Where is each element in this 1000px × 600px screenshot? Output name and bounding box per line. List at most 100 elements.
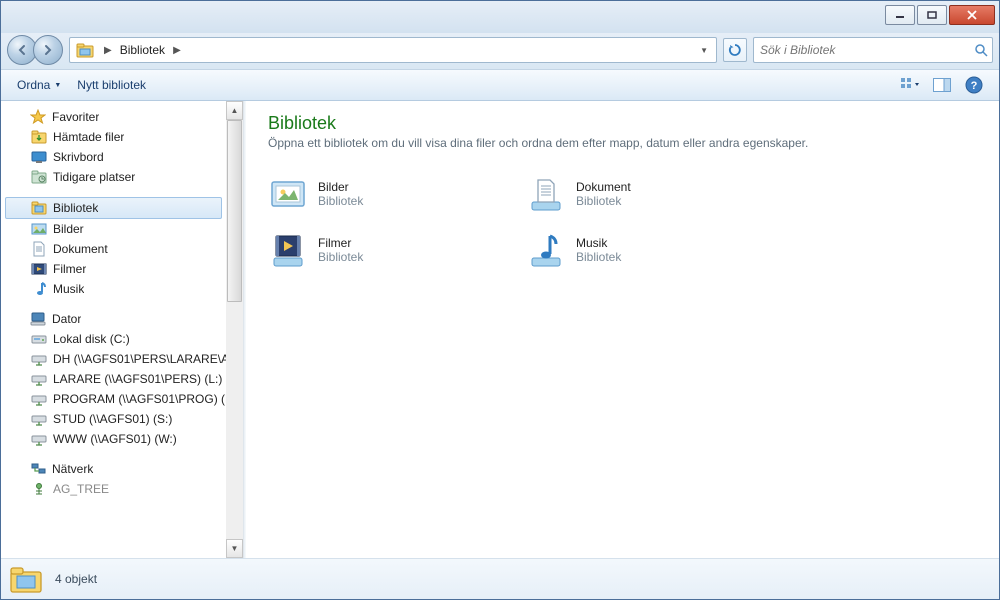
- sidebar-item-netdrive-www[interactable]: WWW (\\AGFS01) (W:): [1, 429, 226, 449]
- nav-buttons: [7, 35, 63, 65]
- sidebar-item-videos[interactable]: Filmer: [1, 259, 226, 279]
- library-type: Bibliotek: [318, 194, 363, 208]
- explorer-window: ▶ Bibliotek ▶ ▼ Ordna ▼ Nytt bibliotek: [0, 0, 1000, 600]
- tree: Favoriter Hämtade filer Skrivbord Tidiga…: [1, 101, 226, 558]
- breadcrumb-label: Bibliotek: [116, 43, 169, 57]
- search-box[interactable]: [753, 37, 993, 63]
- computer-root[interactable]: Dator: [1, 309, 226, 329]
- sidebar-item-music[interactable]: Musik: [1, 279, 226, 299]
- organize-button[interactable]: Ordna ▼: [9, 75, 69, 95]
- help-button[interactable]: ?: [963, 74, 985, 96]
- body: Favoriter Hämtade filer Skrivbord Tidiga…: [1, 101, 999, 558]
- scroll-track[interactable]: [226, 120, 243, 539]
- network-drive-icon: [31, 431, 47, 447]
- search-input[interactable]: [758, 42, 974, 58]
- close-button[interactable]: [949, 5, 995, 25]
- network-drive-icon: [31, 391, 47, 407]
- sidebar-item-netdrive-dh[interactable]: DH (\\AGFS01\PERS\LARARE\AL): [1, 349, 226, 369]
- desktop-icon: [31, 149, 47, 165]
- nav-row: ▶ Bibliotek ▶ ▼: [1, 33, 999, 69]
- scroll-up-button[interactable]: ▲: [226, 101, 243, 120]
- status-text: 4 objekt: [55, 572, 97, 586]
- sidebar-item-netdrive-program[interactable]: PROGRAM (\\AGFS01\PROG) (P:): [1, 389, 226, 409]
- library-name: Dokument: [576, 180, 631, 194]
- address-dropdown[interactable]: ▼: [696, 46, 712, 55]
- forward-button[interactable]: [33, 35, 63, 65]
- pictures-icon: [268, 174, 308, 214]
- minimize-button[interactable]: [885, 5, 915, 25]
- address-bar[interactable]: ▶ Bibliotek ▶ ▼: [69, 37, 717, 63]
- chevron-right-icon: ▶: [100, 45, 116, 56]
- libraries-icon: [31, 200, 47, 216]
- scroll-thumb[interactable]: [227, 120, 242, 302]
- vertical-scrollbar[interactable]: ▲ ▼: [226, 101, 243, 558]
- new-library-button[interactable]: Nytt bibliotek: [69, 75, 154, 95]
- library-type: Bibliotek: [576, 194, 631, 208]
- music-icon: [526, 230, 566, 270]
- pictures-icon: [31, 221, 47, 237]
- sidebar-item-agtree[interactable]: AG_TREE: [1, 479, 226, 499]
- computer-icon: [30, 311, 46, 327]
- content-pane: Bibliotek Öppna ett bibliotek om du vill…: [246, 101, 999, 558]
- network-icon: [30, 461, 46, 477]
- preview-pane-button[interactable]: [931, 74, 953, 96]
- sidebar-item-desktop[interactable]: Skrivbord: [1, 147, 226, 167]
- nav-pane: Favoriter Hämtade filer Skrivbord Tidiga…: [1, 101, 244, 558]
- sidebar-item-netdrive-stud[interactable]: STUD (\\AGFS01) (S:): [1, 409, 226, 429]
- content-header: Bibliotek Öppna ett bibliotek om du vill…: [246, 101, 999, 156]
- sidebar-item-downloads[interactable]: Hämtade filer: [1, 127, 226, 147]
- libraries-grid: Bilder Bibliotek Dokument Bibliotek: [246, 156, 999, 288]
- library-type: Bibliotek: [576, 250, 621, 264]
- star-icon: [30, 109, 46, 125]
- library-pictures[interactable]: Bilder Bibliotek: [260, 166, 518, 222]
- libraries-label: Bibliotek: [53, 201, 98, 215]
- page-title: Bibliotek: [268, 113, 977, 134]
- library-name: Musik: [576, 236, 621, 250]
- network-group: Nätverk AG_TREE: [1, 459, 226, 499]
- scroll-down-button[interactable]: ▼: [226, 539, 243, 558]
- library-name: Bilder: [318, 180, 363, 194]
- sidebar-item-recent[interactable]: Tidigare platser: [1, 167, 226, 187]
- sidebar-item-local-disk[interactable]: Lokal disk (C:): [1, 329, 226, 349]
- videos-icon: [268, 230, 308, 270]
- library-music[interactable]: Musik Bibliotek: [518, 222, 776, 278]
- favorites-group: Favoriter Hämtade filer Skrivbord Tidiga…: [1, 107, 226, 187]
- refresh-button[interactable]: [723, 38, 747, 62]
- library-type: Bibliotek: [318, 250, 363, 264]
- computer-label: Dator: [52, 312, 81, 326]
- libraries-root[interactable]: Bibliotek: [5, 197, 222, 219]
- network-root[interactable]: Nätverk: [1, 459, 226, 479]
- documents-icon: [526, 174, 566, 214]
- favorites-root[interactable]: Favoriter: [1, 107, 226, 127]
- recent-icon: [31, 169, 47, 185]
- status-bar: 4 objekt: [1, 558, 999, 599]
- drive-icon: [31, 331, 47, 347]
- library-name: Filmer: [318, 236, 363, 250]
- network-label: Nätverk: [52, 462, 93, 476]
- sidebar-item-pictures[interactable]: Bilder: [1, 219, 226, 239]
- library-documents[interactable]: Dokument Bibliotek: [518, 166, 776, 222]
- network-tree-icon: [31, 481, 47, 497]
- library-videos[interactable]: Filmer Bibliotek: [260, 222, 518, 278]
- search-icon: [974, 43, 988, 57]
- network-drive-icon: [31, 371, 47, 387]
- breadcrumb-segment[interactable]: Bibliotek ▶: [116, 38, 185, 62]
- sidebar-item-netdrive-larare[interactable]: LARARE (\\AGFS01\PERS) (L:): [1, 369, 226, 389]
- network-drive-icon: [31, 351, 47, 367]
- view-options-button[interactable]: [899, 74, 921, 96]
- computer-group: Dator Lokal disk (C:) DH (\\AGFS01\PERS\…: [1, 309, 226, 449]
- command-bar: Ordna ▼ Nytt bibliotek ?: [1, 69, 999, 101]
- chevron-right-icon: ▶: [169, 45, 185, 56]
- libraries-icon: [70, 42, 100, 58]
- organize-label: Ordna: [17, 78, 50, 92]
- sidebar-item-documents[interactable]: Dokument: [1, 239, 226, 259]
- documents-icon: [31, 241, 47, 257]
- libraries-icon: [9, 564, 43, 594]
- maximize-button[interactable]: [917, 5, 947, 25]
- svg-text:?: ?: [971, 80, 978, 92]
- page-subtitle: Öppna ett bibliotek om du vill visa dina…: [268, 136, 977, 150]
- chevron-down-icon: ▼: [54, 82, 61, 89]
- new-library-label: Nytt bibliotek: [77, 78, 146, 92]
- titlebar: [1, 1, 999, 33]
- favorites-label: Favoriter: [52, 110, 99, 124]
